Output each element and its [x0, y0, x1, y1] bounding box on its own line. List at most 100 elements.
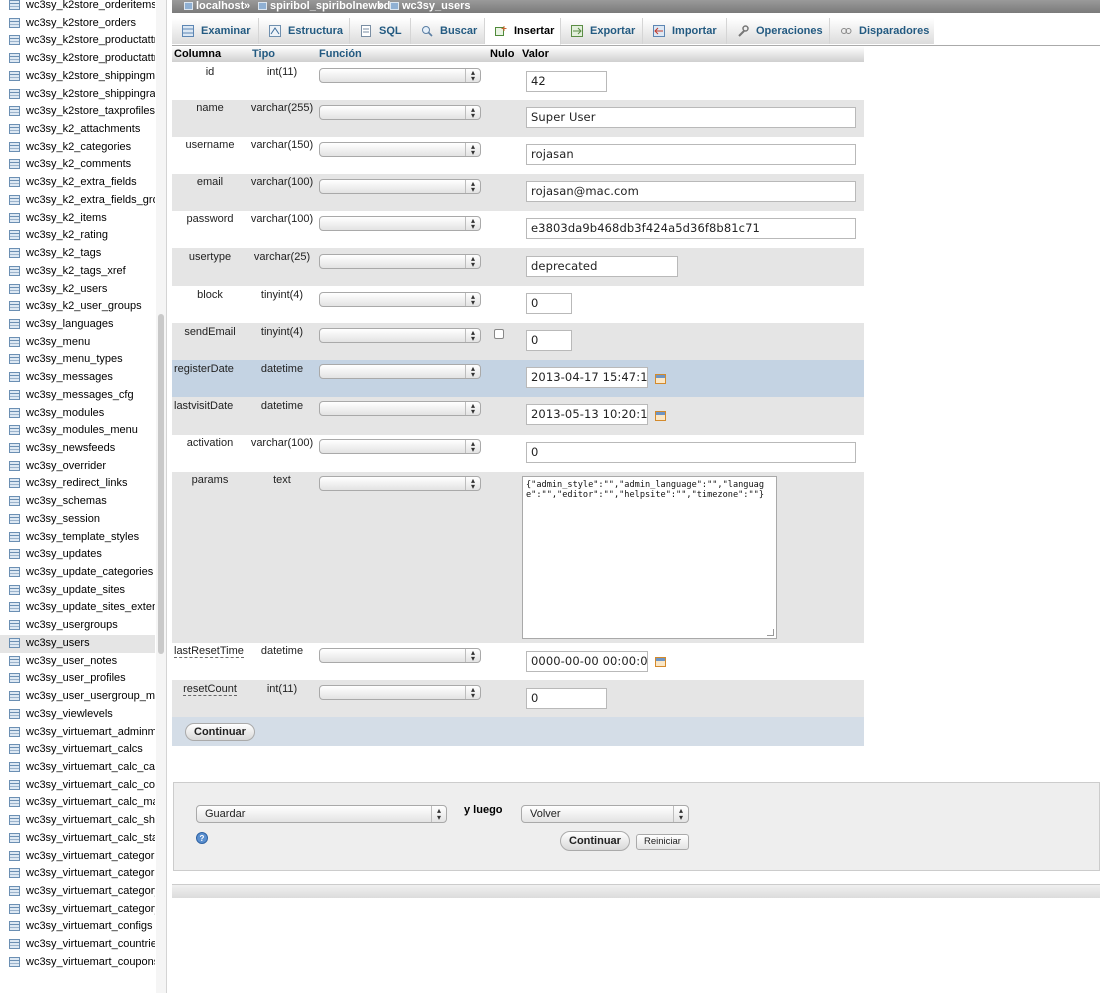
table-icon[interactable]: [9, 194, 20, 205]
table-icon[interactable]: [9, 336, 20, 347]
sidebar-table-item[interactable]: wc3sy_virtuemart_countries: [0, 936, 155, 954]
value-input-password[interactable]: e3803da9b468db3f424a5d36f8b81c71: [526, 218, 856, 239]
sidebar-table-item[interactable]: wc3sy_virtuemart_category_medias: [0, 901, 155, 919]
sidebar-table-label[interactable]: wc3sy_k2_tags_xref: [26, 263, 126, 281]
table-icon[interactable]: [9, 567, 20, 578]
sidebar-table-label[interactable]: wc3sy_menu_types: [26, 351, 123, 369]
sidebar-table-item[interactable]: wc3sy_updates: [0, 546, 155, 564]
sidebar-table-label[interactable]: wc3sy_k2_tags: [26, 245, 101, 263]
table-icon[interactable]: [9, 318, 20, 329]
sidebar-table-item[interactable]: wc3sy_k2_users: [0, 281, 155, 299]
sidebar-scrollbar-thumb[interactable]: [158, 314, 164, 654]
sidebar-table-item[interactable]: wc3sy_template_styles: [0, 529, 155, 547]
sidebar-table-label[interactable]: wc3sy_virtuemart_configs: [26, 918, 153, 936]
sidebar-table-label[interactable]: wc3sy_modules_menu: [26, 422, 138, 440]
sidebar-table-label[interactable]: wc3sy_k2_user_groups: [26, 298, 142, 316]
function-select[interactable]: ▴ ▾: [319, 439, 481, 454]
table-icon[interactable]: [9, 832, 20, 843]
table-icon[interactable]: [9, 868, 20, 879]
sidebar-table-item[interactable]: wc3sy_virtuemart_configs: [0, 918, 155, 936]
sidebar-table-item[interactable]: wc3sy_k2_extra_fields: [0, 174, 155, 192]
tab-examinar[interactable]: Examinar: [172, 18, 259, 44]
function-select[interactable]: ▴ ▾: [319, 648, 481, 663]
sidebar-table-label[interactable]: wc3sy_k2store_shippingrates: [26, 86, 155, 104]
sidebar-table-label[interactable]: wc3sy_virtuemart_calc_countries: [26, 777, 155, 795]
breadcrumb-server-label[interactable]: localhost: [196, 0, 244, 12]
table-icon[interactable]: [9, 460, 20, 471]
continue-bottom-button[interactable]: Continuar: [560, 831, 630, 851]
value-input-usertype[interactable]: deprecated: [526, 256, 678, 277]
table-icon[interactable]: [9, 283, 20, 294]
help-icon[interactable]: ?: [196, 832, 208, 844]
sidebar-table-item[interactable]: wc3sy_k2_comments: [0, 156, 155, 174]
table-icon[interactable]: [9, 620, 20, 631]
sidebar-table-item[interactable]: wc3sy_update_categories: [0, 564, 155, 582]
calendar-icon[interactable]: [655, 374, 666, 384]
sidebar-table-item[interactable]: wc3sy_k2_attachments: [0, 121, 155, 139]
value-input-activation[interactable]: 0: [526, 442, 856, 463]
table-icon[interactable]: [9, 584, 20, 595]
action-select[interactable]: Guardar ▴ ▾: [196, 805, 447, 823]
sidebar-table-item[interactable]: wc3sy_virtuemart_calc_countries: [0, 777, 155, 795]
function-select[interactable]: ▴ ▾: [319, 401, 481, 416]
value-input-lastresettime[interactable]: 0000-00-00 00:00:0: [526, 651, 648, 672]
value-input-resetcount[interactable]: 0: [526, 688, 607, 709]
sidebar-table-item[interactable]: wc3sy_virtuemart_calcs: [0, 741, 155, 759]
table-icon[interactable]: [9, 673, 20, 684]
table-icon[interactable]: [9, 815, 20, 826]
breadcrumb-table[interactable]: wc3sy_users: [390, 0, 471, 12]
breadcrumb-database-label[interactable]: spiribol_spiribolnewbd: [270, 0, 390, 12]
sidebar-table-item[interactable]: wc3sy_k2_categories: [0, 139, 155, 157]
table-icon[interactable]: [9, 726, 20, 737]
table-icon[interactable]: [9, 744, 20, 755]
sidebar-table-item[interactable]: wc3sy_virtuemart_coupons: [0, 954, 155, 972]
sidebar-table-label[interactable]: wc3sy_k2_extra_fields: [26, 174, 137, 192]
sidebar-table-item[interactable]: wc3sy_virtuemart_calc_categories: [0, 759, 155, 777]
sidebar-table-label[interactable]: wc3sy_k2_rating: [26, 227, 108, 245]
sidebar-table-item[interactable]: wc3sy_k2store_orderitems: [0, 0, 155, 15]
table-icon[interactable]: [9, 35, 20, 46]
table-icon[interactable]: [9, 478, 20, 489]
table-icon[interactable]: [9, 443, 20, 453]
value-input-email[interactable]: rojasan@mac.com: [526, 181, 856, 202]
table-icon[interactable]: [9, 708, 20, 719]
sidebar-table-label[interactable]: wc3sy_virtuemart_calc_states: [26, 830, 155, 848]
table-icon[interactable]: [9, 691, 20, 702]
table-icon[interactable]: [9, 761, 20, 772]
sidebar-table-label[interactable]: wc3sy_viewlevels: [26, 706, 113, 724]
tab-buscar[interactable]: Buscar: [411, 18, 485, 44]
sidebar-scrollbar[interactable]: [156, 0, 166, 993]
sidebar-table-item[interactable]: wc3sy_overrider: [0, 458, 155, 476]
table-icon[interactable]: [9, 372, 20, 383]
sidebar-table-label[interactable]: wc3sy_redirect_links: [26, 475, 127, 493]
sidebar-table-label[interactable]: wc3sy_update_sites: [26, 582, 125, 600]
sidebar-table-label[interactable]: wc3sy_k2_comments: [26, 156, 131, 174]
sidebar-table-item[interactable]: wc3sy_user_profiles: [0, 670, 155, 688]
sidebar-table-label[interactable]: wc3sy_k2_extra_fields_groups: [26, 192, 155, 210]
table-icon[interactable]: [9, 53, 20, 64]
table-icon[interactable]: [9, 141, 20, 152]
reset-button[interactable]: Reiniciar: [636, 834, 689, 850]
sidebar-table-item[interactable]: wc3sy_virtuemart_category_categories: [0, 883, 155, 901]
sidebar-table-item[interactable]: wc3sy_update_sites: [0, 582, 155, 600]
table-icon[interactable]: [9, 903, 20, 914]
sidebar-table-item[interactable]: wc3sy_menu_types: [0, 351, 155, 369]
function-select[interactable]: ▴ ▾: [319, 254, 481, 269]
sidebar-table-label[interactable]: wc3sy_menu: [26, 334, 90, 352]
sidebar-table-item[interactable]: wc3sy_virtuemart_calc_states: [0, 830, 155, 848]
function-select[interactable]: ▴ ▾: [319, 364, 481, 379]
sidebar-table-item[interactable]: wc3sy_user_usergroup_map: [0, 688, 155, 706]
sidebar-table-item[interactable]: wc3sy_k2_rating: [0, 227, 155, 245]
table-icon[interactable]: [9, 301, 20, 312]
table-icon[interactable]: [9, 177, 20, 188]
value-input-block[interactable]: 0: [526, 293, 572, 314]
table-icon[interactable]: [9, 354, 20, 365]
table-icon[interactable]: [9, 265, 20, 276]
table-icon[interactable]: [9, 921, 20, 932]
table-icon[interactable]: [9, 88, 20, 99]
sidebar-table-label[interactable]: wc3sy_newsfeeds: [26, 440, 115, 458]
breadcrumb-database[interactable]: spiribol_spiribolnewbd: [258, 0, 390, 12]
sidebar-table-label[interactable]: wc3sy_virtuemart_adminmenuentries: [26, 724, 155, 742]
sidebar-table-item[interactable]: wc3sy_users: [0, 634, 155, 653]
tab-exportar[interactable]: Exportar: [561, 18, 643, 44]
